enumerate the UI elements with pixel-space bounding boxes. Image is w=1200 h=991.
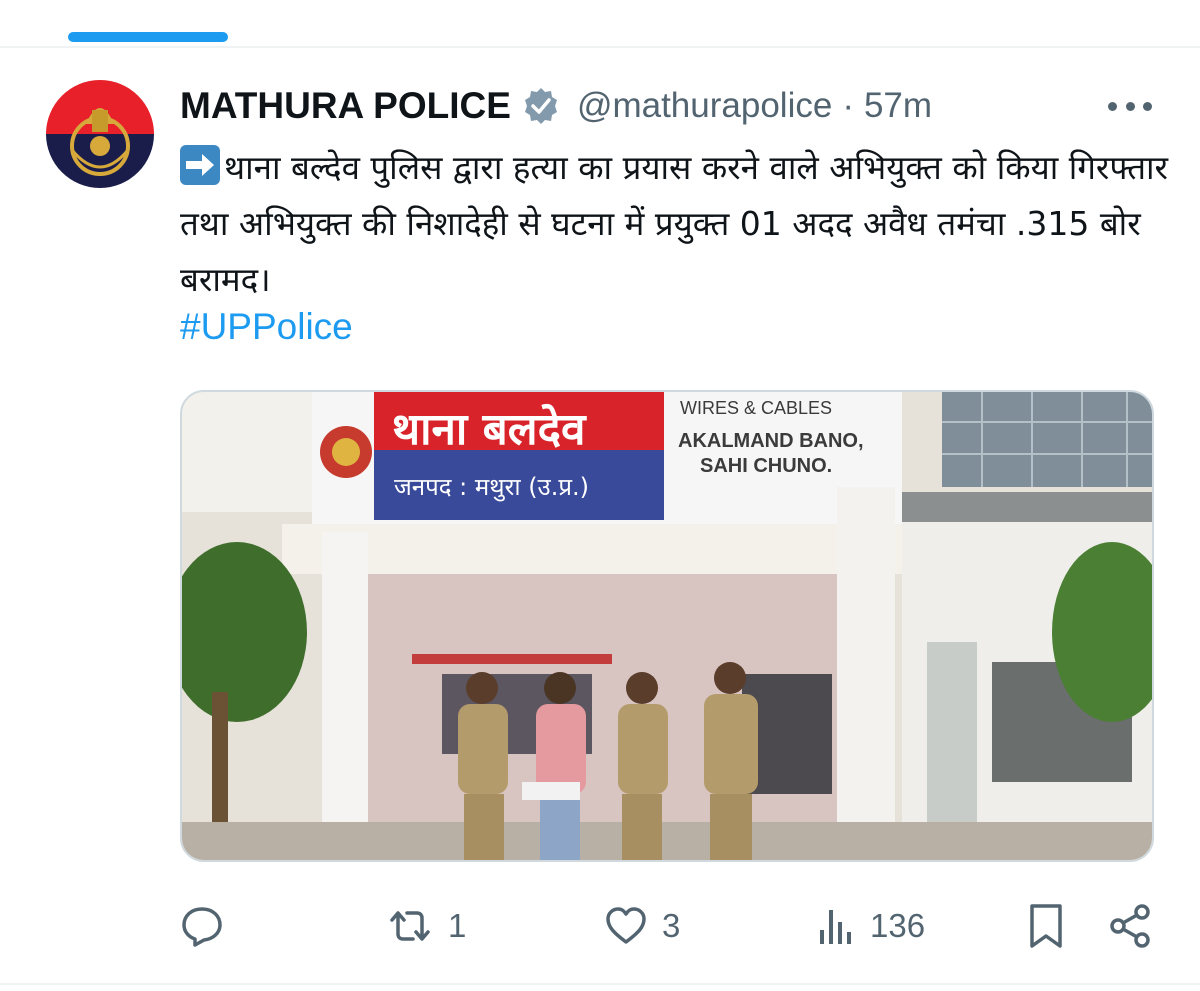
bookmark-button[interactable] (1026, 898, 1066, 954)
reply-button[interactable] (180, 898, 224, 954)
tweet-photo[interactable]: थाना बलदेव जनपद : मथुरा (उ.प्र.) WIRES &… (180, 390, 1154, 862)
retweet-button[interactable]: 1 (386, 898, 466, 954)
like-button[interactable]: 3 (604, 898, 680, 954)
tweet-body: थाना बल्देव पुलिस द्वारा हत्या का प्रयास… (180, 148, 1169, 299)
heart-icon (606, 907, 646, 944)
right-arrow-icon (180, 145, 220, 185)
reply-icon (182, 907, 222, 947)
more-options-icon[interactable] (1108, 94, 1152, 118)
station-sign-title: थाना बलदेव (392, 403, 587, 455)
verified-badge-icon (521, 86, 561, 126)
display-name[interactable]: MATHURA POLICE (180, 85, 511, 127)
views-icon (820, 910, 851, 944)
separator-dot: · (842, 86, 854, 125)
bottom-divider (0, 983, 1200, 985)
ad-line-3: SAHI CHUNO. (700, 455, 832, 477)
timestamp[interactable]: 57m (864, 86, 932, 126)
action-bar: 1 3 136 (180, 898, 1152, 954)
views-count: 136 (870, 907, 926, 944)
tweet-header: MATHURA POLICE @mathurapolice · 57m (180, 82, 932, 130)
avatar[interactable] (46, 80, 154, 188)
share-icon (1110, 904, 1150, 948)
tweet-text: थाना बल्देव पुलिस द्वारा हत्या का प्रयास… (180, 140, 1170, 308)
like-count: 3 (662, 907, 681, 944)
top-divider (0, 46, 1200, 48)
retweet-count: 1 (448, 907, 467, 944)
station-sign-subtitle: जनपद : मथुरा (उ.प्र.) (394, 473, 589, 502)
share-button[interactable] (1108, 898, 1152, 954)
handle[interactable]: @mathurapolice (577, 86, 832, 126)
bookmark-icon (1030, 904, 1062, 948)
ad-line-2: AKALMAND BANO, (678, 430, 864, 452)
hashtag-link[interactable]: #UPPolice (180, 306, 353, 348)
loading-indicator (68, 32, 228, 42)
ad-line-1: WIRES & CABLES (680, 398, 832, 418)
retweet-icon (390, 911, 430, 941)
views-button[interactable]: 136 (816, 898, 925, 954)
